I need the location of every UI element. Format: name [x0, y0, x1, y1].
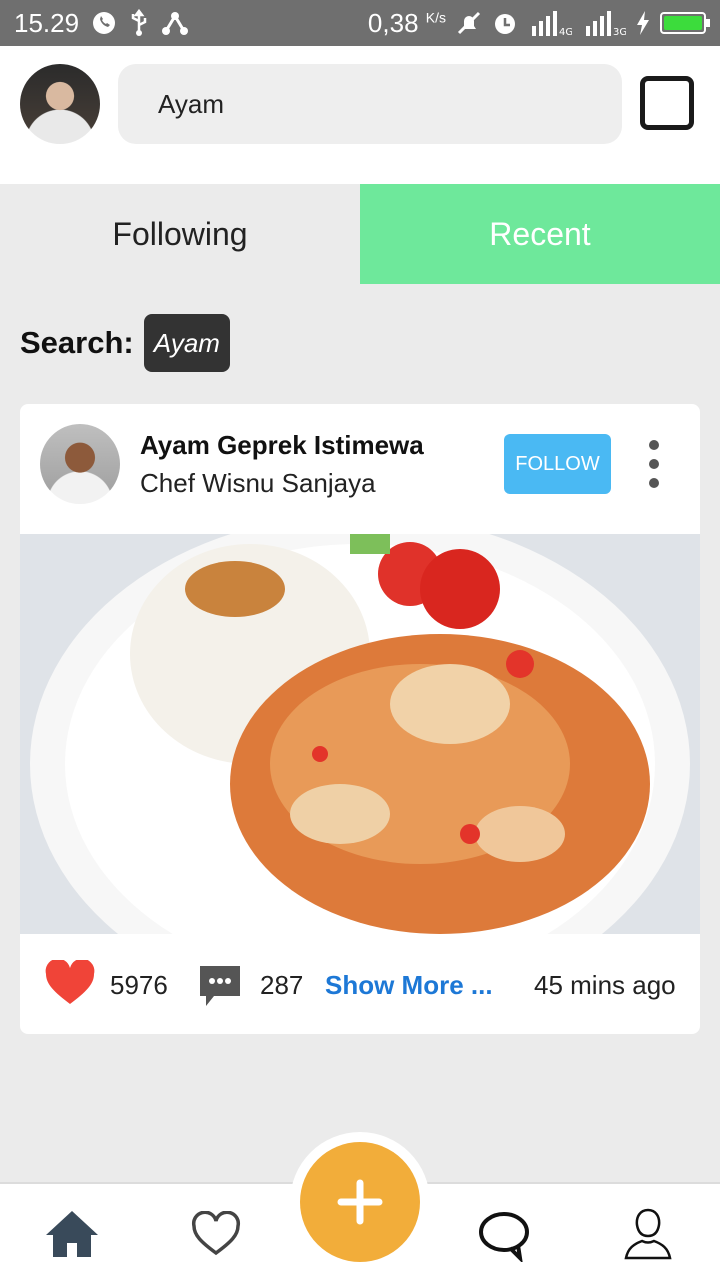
search-filter: Search: Ayam — [20, 314, 230, 372]
svg-text:4G: 4G — [559, 27, 572, 36]
signal-4g-icon: 4G — [528, 10, 572, 36]
like-heart-icon[interactable] — [44, 958, 96, 1011]
chat-icon[interactable] — [474, 1204, 534, 1264]
more-options-icon[interactable] — [646, 440, 662, 488]
add-post-button[interactable] — [300, 1142, 420, 1262]
chef-avatar[interactable] — [40, 424, 120, 504]
post-title[interactable]: Ayam Geprek Istimewa — [140, 430, 424, 461]
share-icon — [161, 10, 189, 36]
status-time: 15.29 — [14, 7, 80, 38]
search-input-value: Ayam — [158, 88, 224, 119]
whatsapp-icon — [91, 10, 117, 36]
svg-text:3G: 3G — [613, 27, 626, 36]
food-photo[interactable] — [20, 534, 700, 934]
alarm-icon — [492, 10, 518, 36]
mute-bell-icon — [456, 10, 482, 36]
user-avatar[interactable] — [20, 64, 100, 144]
follow-button[interactable]: FOLLOW — [504, 434, 611, 494]
post-timestamp: 45 mins ago — [534, 970, 676, 1000]
like-count: 5976 — [110, 970, 168, 1000]
post-footer: 5976 287 Show More ... 45 mins ago — [20, 934, 700, 1034]
status-bar: 15.29 0,38 K/s 4G 3G — [0, 0, 720, 46]
search-filter-label: Search: — [20, 325, 134, 360]
post-card: Ayam Geprek Istimewa Chef Wisnu Sanjaya … — [20, 404, 700, 1034]
net-speed: 0,38 K/s — [367, 7, 446, 38]
feed-tabs: Following Recent — [0, 184, 720, 284]
tab-following[interactable]: Following — [0, 184, 360, 284]
post-author[interactable]: Chef Wisnu Sanjaya — [140, 468, 376, 499]
top-bar: Ayam — [0, 46, 720, 184]
profile-icon[interactable] — [618, 1204, 678, 1264]
home-icon[interactable] — [42, 1204, 102, 1264]
plus-icon — [337, 1179, 383, 1225]
square-icon[interactable] — [640, 76, 694, 130]
show-more-link[interactable]: Show More ... — [325, 970, 493, 1001]
comment-count: 287 — [260, 970, 304, 1000]
tab-recent[interactable]: Recent — [360, 184, 720, 284]
heart-icon[interactable] — [186, 1204, 246, 1264]
comment-icon[interactable] — [196, 962, 244, 1015]
search-chip[interactable]: Ayam — [143, 314, 230, 372]
search-input[interactable]: Ayam — [118, 64, 622, 144]
signal-3g-icon: 3G — [582, 10, 626, 36]
battery-icon — [660, 12, 710, 34]
charging-icon — [636, 10, 650, 36]
usb-icon — [129, 9, 149, 37]
